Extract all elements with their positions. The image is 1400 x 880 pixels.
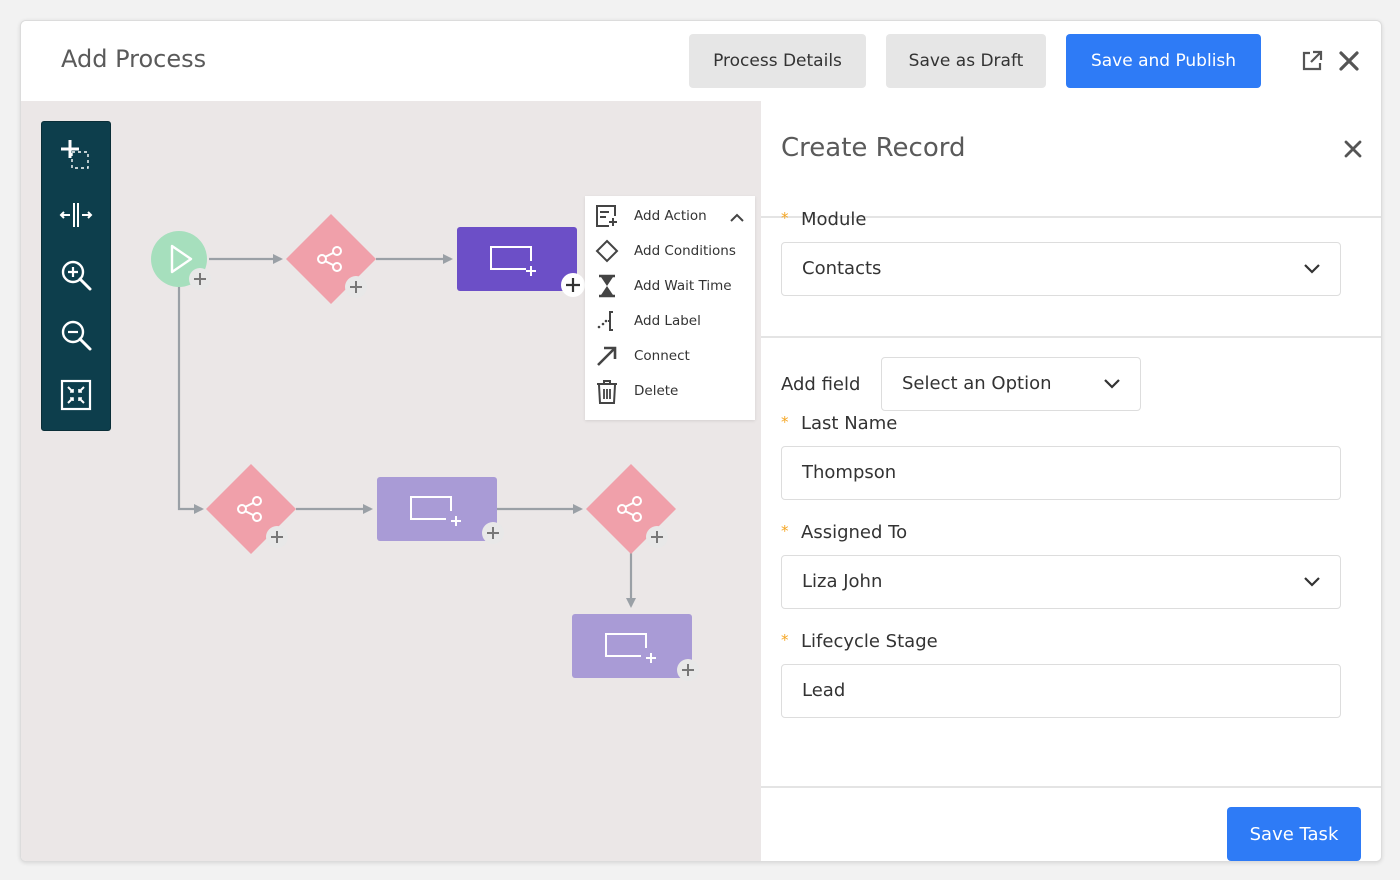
chevron-up-icon[interactable] <box>729 209 745 228</box>
lifecycle-stage-label: Lifecycle Stage <box>801 631 938 652</box>
assigned-to-label: Assigned To <box>801 522 908 543</box>
spread-horizontal-icon[interactable] <box>54 193 98 237</box>
add-field-value: Select an Option <box>902 373 1052 394</box>
add-process-window: Add Process Process Details Save as Draf… <box>20 20 1382 862</box>
context-menu-add-label[interactable]: Add Label <box>585 304 755 339</box>
save-and-publish-button[interactable]: Save and Publish <box>1066 34 1261 88</box>
assigned-to-select[interactable]: Liza John <box>781 555 1341 609</box>
trash-icon <box>595 379 619 404</box>
context-menu-add-wait-time[interactable]: Add Wait Time <box>585 269 755 304</box>
label-icon <box>595 309 619 333</box>
panel-close-icon[interactable] <box>1341 137 1365 161</box>
context-menu-label: Add Wait Time <box>634 278 732 294</box>
connectors <box>177 254 636 608</box>
module-label: Module <box>801 209 867 230</box>
zoom-out-icon[interactable] <box>54 313 98 357</box>
process-details-button[interactable]: Process Details <box>689 34 866 88</box>
context-menu-label: Add Conditions <box>634 243 736 259</box>
add-node-button[interactable] <box>561 273 585 297</box>
diamond-icon <box>595 239 619 263</box>
chevron-down-icon <box>1104 379 1120 389</box>
panel-divider <box>761 786 1381 788</box>
module-select[interactable]: Contacts <box>781 242 1341 296</box>
context-menu-label: Connect <box>634 348 690 364</box>
add-selection-icon[interactable] <box>54 132 98 176</box>
context-menu-label: Add Label <box>634 313 701 329</box>
required-marker: * <box>781 209 789 227</box>
chevron-down-icon <box>1304 264 1320 274</box>
add-node-button[interactable] <box>266 526 288 548</box>
add-field-select[interactable]: Select an Option <box>881 357 1141 411</box>
required-marker: * <box>781 522 789 540</box>
add-node-button[interactable] <box>482 522 504 544</box>
add-action-icon <box>595 204 619 228</box>
panel-title: Create Record <box>781 133 966 163</box>
node-context-menu: Add Action Add Conditions Add Wait Time … <box>585 196 755 420</box>
hourglass-icon <box>595 274 619 298</box>
lifecycle-stage-input[interactable]: Lead <box>781 664 1341 718</box>
save-task-button[interactable]: Save Task <box>1227 807 1361 861</box>
context-menu-label: Delete <box>634 383 679 399</box>
close-icon[interactable] <box>1336 48 1362 74</box>
assigned-to-value: Liza John <box>802 571 883 592</box>
chevron-down-icon <box>1304 577 1320 587</box>
module-value: Contacts <box>802 258 882 279</box>
page-title: Add Process <box>61 45 207 73</box>
add-node-button[interactable] <box>646 526 668 548</box>
context-menu-connect[interactable]: Connect <box>585 339 755 374</box>
canvas-toolbar <box>41 121 111 431</box>
create-record-panel: Create Record * Module Contacts Add fiel… <box>761 101 1381 861</box>
lifecycle-stage-value: Lead <box>802 680 846 701</box>
context-menu-label: Add Action <box>634 208 707 224</box>
arrow-up-right-icon <box>595 344 619 368</box>
zoom-in-icon[interactable] <box>54 253 98 297</box>
header-bar: Add Process Process Details Save as Draf… <box>21 21 1381 102</box>
last-name-input[interactable]: Thompson <box>781 446 1341 500</box>
required-marker: * <box>781 631 789 649</box>
external-link-icon[interactable] <box>1299 48 1325 74</box>
add-field-label: Add field <box>781 374 861 395</box>
process-canvas[interactable]: Add Action Add Conditions Add Wait Time … <box>21 101 761 861</box>
action-node[interactable] <box>377 477 497 541</box>
action-node[interactable] <box>572 614 692 678</box>
add-node-button[interactable] <box>189 268 211 290</box>
last-name-label: Last Name <box>801 413 898 434</box>
add-node-button[interactable] <box>345 276 367 298</box>
fit-to-screen-icon[interactable] <box>54 373 98 417</box>
context-menu-delete[interactable]: Delete <box>585 374 755 409</box>
context-menu-add-action[interactable]: Add Action <box>585 199 755 234</box>
required-marker: * <box>781 413 789 431</box>
save-as-draft-button[interactable]: Save as Draft <box>886 34 1046 88</box>
context-menu-add-conditions[interactable]: Add Conditions <box>585 234 755 269</box>
last-name-value: Thompson <box>802 462 897 483</box>
add-node-button[interactable] <box>677 659 699 681</box>
action-node-selected[interactable] <box>457 227 577 291</box>
panel-divider <box>761 336 1381 338</box>
